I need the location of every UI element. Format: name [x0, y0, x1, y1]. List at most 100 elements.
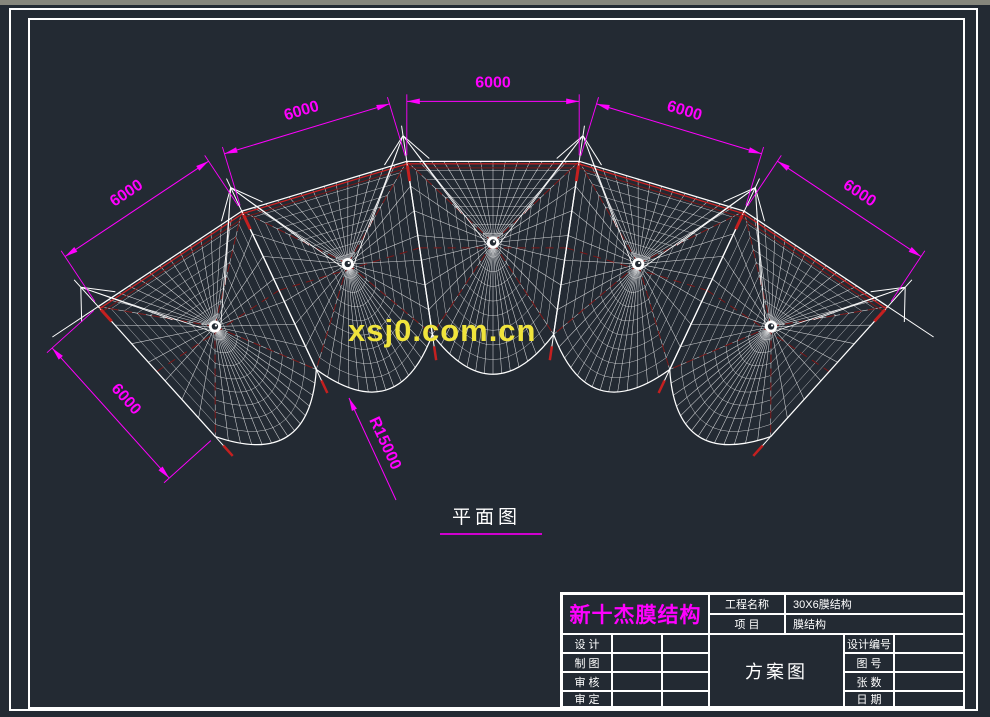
plan-view-caption: 平面图 [452, 502, 521, 529]
dimension-extension-line [205, 155, 239, 206]
mesh-spoke [348, 236, 418, 264]
mesh-spoke [771, 326, 838, 362]
mesh-spoke [637, 264, 638, 388]
mesh-spoke [476, 243, 493, 371]
item-label: 项 目 [709, 614, 785, 634]
stay-cable [755, 188, 765, 329]
sheet-count-label: 张 数 [844, 672, 894, 691]
mesh-spoke [148, 326, 215, 362]
cone-apex-hole [345, 261, 351, 267]
company-name: 新十杰膜结构 [562, 594, 709, 634]
mesh-spoke [215, 326, 310, 406]
sheet-type-cell: 方案图 [709, 634, 844, 707]
mesh-spoke [481, 161, 493, 242]
mesh-spoke [348, 260, 422, 264]
cone-apex-hole [635, 261, 641, 267]
dimension-arrowhead [349, 398, 357, 411]
dimension-arrowhead [196, 161, 208, 171]
ridge-cable-dashed [242, 211, 348, 264]
edge-cable-red [100, 213, 244, 308]
mesh-spoke [714, 326, 771, 443]
corner-tie-red [753, 446, 762, 456]
design-no-value-cell [894, 634, 965, 653]
mesh-spoke [673, 326, 771, 395]
mesh-spoke [170, 259, 215, 327]
designer-value-cell [612, 634, 662, 653]
mesh-spoke [681, 326, 771, 415]
dimension-text: 6000 [282, 98, 321, 125]
mesh-spoke [493, 243, 561, 285]
ridge-cable-dashed [638, 211, 744, 264]
dimension-text: 6000 [475, 74, 511, 91]
sheet-count-value-cell [894, 672, 965, 691]
item-value: 膜结构 [785, 614, 965, 634]
cone-apex-pin [638, 262, 640, 264]
mesh-spoke [348, 264, 429, 310]
dimension-text: R15000 [365, 414, 404, 472]
mesh-spoke [215, 326, 280, 440]
drawing-no-label: 图 号 [844, 653, 894, 672]
title-block: 新十杰膜结构 工程名称 30X6膜结构 项 目 膜结构 方案图 设 计 制 图 … [560, 592, 965, 709]
mesh-spoke [771, 326, 804, 399]
corner-tie-red [659, 380, 665, 393]
mesh-spoke [215, 326, 313, 395]
mesh-spoke [557, 264, 638, 310]
design-no-label: 设计编号 [844, 634, 894, 653]
date-label: 日 期 [844, 691, 894, 707]
mesh-spoke [493, 243, 510, 371]
mesh-spoke [638, 200, 709, 263]
dimension-line [52, 348, 169, 478]
dimension-extension-line [746, 147, 764, 205]
mesh-spoke [418, 236, 493, 243]
mesh-spoke [702, 302, 771, 327]
dimension-arrowhead [748, 147, 761, 153]
mast-leg [904, 287, 905, 322]
plan-caption-underline [440, 533, 542, 535]
mesh-spoke [180, 252, 215, 326]
designer-label: 设 计 [562, 634, 612, 653]
mesh-spoke [444, 161, 493, 242]
edge-cable-dark [244, 168, 409, 218]
mesh-spoke [419, 161, 493, 242]
project-name-value: 30X6膜结构 [785, 594, 965, 614]
mesh-spoke [706, 326, 771, 440]
mesh-spoke [559, 264, 638, 347]
mesh-spoke [215, 326, 305, 415]
date-value-cell [894, 691, 965, 707]
dimension-arrowhead [407, 99, 420, 105]
cone-apex-hole [212, 323, 218, 329]
cone-apex-pin [493, 240, 495, 242]
mesh-spoke [771, 232, 775, 327]
dimension-arrowhead [65, 247, 77, 257]
mesh-spoke [493, 161, 505, 242]
mast-pole [402, 126, 407, 162]
mesh-spoke [638, 208, 732, 264]
mesh-spoke [565, 260, 639, 264]
cone-apex-pin [771, 324, 773, 326]
mesh-spoke [215, 326, 272, 443]
stay-cable [353, 136, 403, 268]
anchor-cable [52, 307, 98, 337]
approver-extra-cell [662, 691, 709, 707]
mesh-spoke [215, 326, 241, 443]
dimension-text: 6000 [108, 380, 145, 418]
project-name-label: 工程名称 [709, 594, 785, 614]
cone-apex-pin [215, 324, 217, 326]
dimension-extension-line [748, 155, 782, 206]
edge-cable-dark [577, 168, 742, 218]
dimension-arrowhead [909, 247, 921, 257]
drafter-value-cell [612, 653, 662, 672]
mesh-spoke [638, 204, 720, 264]
mesh-spoke [771, 326, 821, 380]
dimension-arrowhead [566, 99, 579, 105]
drafter-extra-cell [662, 653, 709, 672]
stay-cable [221, 188, 231, 329]
approver-label: 审 定 [562, 691, 612, 707]
mesh-spoke [745, 326, 771, 443]
corner-tie-red [223, 446, 232, 456]
dimension-extension-line [222, 147, 240, 205]
cone-apex-hole [490, 239, 496, 245]
mesh-spoke [339, 264, 348, 383]
dimension-text: 6000 [107, 176, 146, 210]
dimension-text: 6000 [665, 98, 704, 125]
